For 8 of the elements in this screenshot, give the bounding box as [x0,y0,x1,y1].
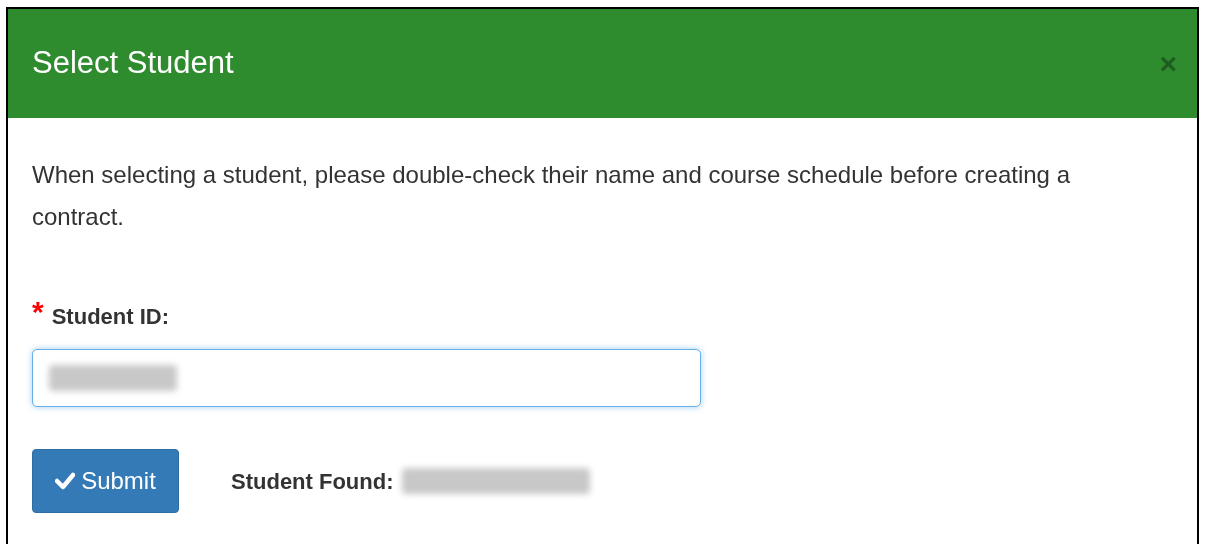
student-id-field[interactable] [32,349,701,407]
check-icon [55,472,76,490]
instructions-text: When selecting a student, please double-check their name and course schedule before creating a contract. [32,160,1071,232]
modal-title: Select Student [32,44,234,83]
result-label: Student Found: [231,467,394,496]
field-label: Student ID: [51,303,169,331]
required-marker: * [32,296,44,327]
submit-button[interactable]: Submit [32,449,179,513]
